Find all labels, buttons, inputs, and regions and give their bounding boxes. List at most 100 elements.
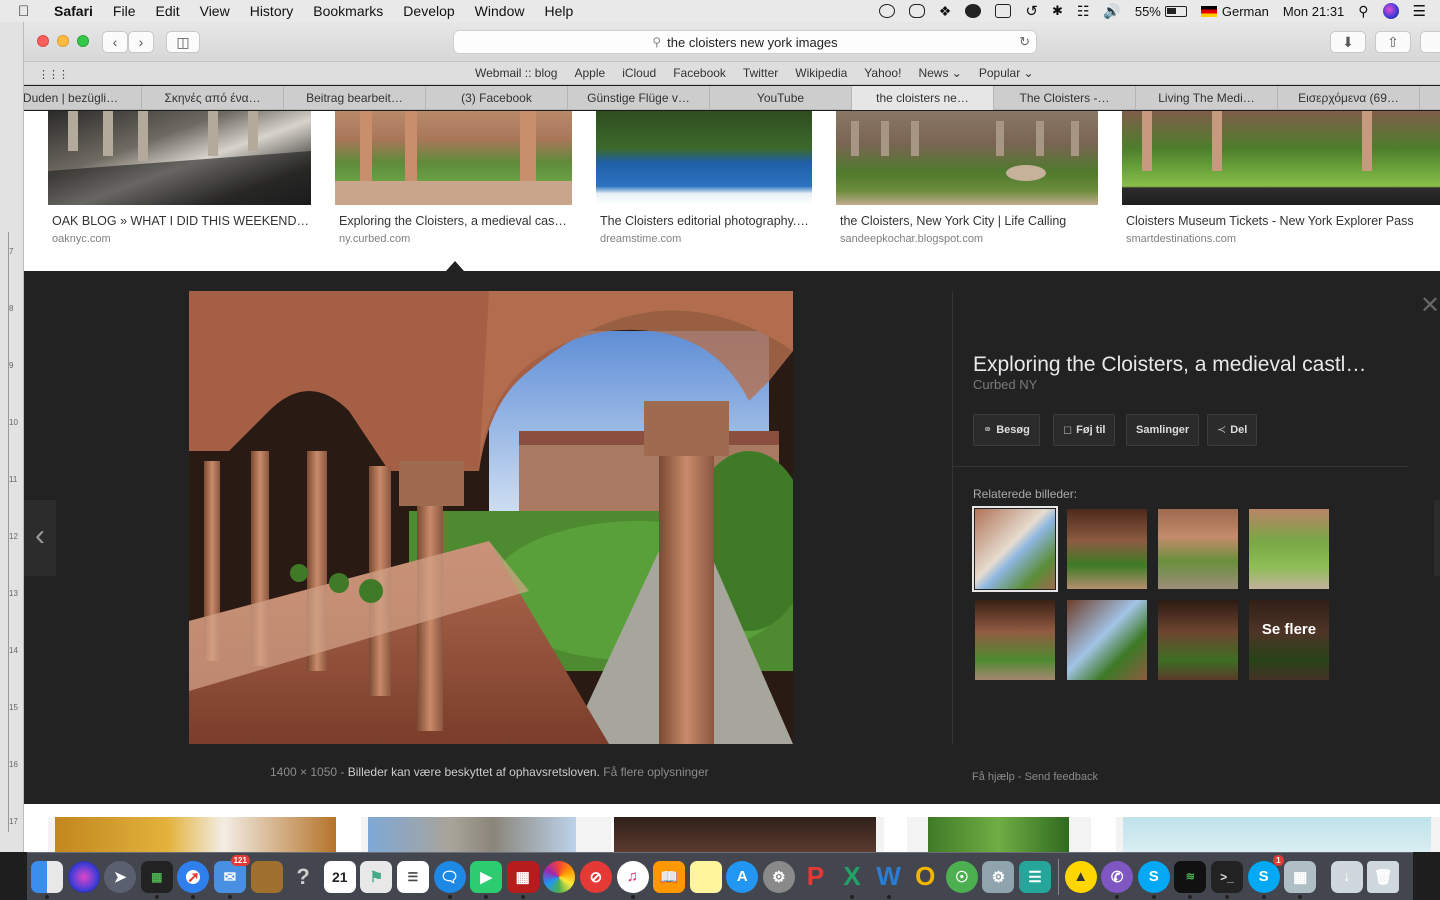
menu-view[interactable]: View bbox=[200, 3, 230, 19]
result-title[interactable]: Cloisters Museum Tickets - New York Expl… bbox=[1126, 214, 1426, 228]
volume-icon[interactable]: 🔊 bbox=[1103, 3, 1120, 20]
migration-icon[interactable]: ⚙ bbox=[982, 860, 1015, 893]
collections-button[interactable]: Samlinger bbox=[1126, 414, 1200, 446]
tabs-overview-icon[interactable] bbox=[1420, 31, 1440, 53]
close-icon[interactable]: ✕ bbox=[1420, 291, 1440, 320]
fav-icloud[interactable]: iCloud bbox=[622, 66, 656, 80]
result-image-dreamstime[interactable] bbox=[596, 111, 812, 205]
reload-icon[interactable]: ↻ bbox=[1019, 34, 1030, 50]
terminal-icon[interactable]: >_ bbox=[1211, 860, 1243, 899]
result-title[interactable]: the Cloisters, New York City | Life Call… bbox=[840, 214, 1100, 228]
result-title[interactable]: Exploring the Cloisters, a medieval cas… bbox=[339, 214, 574, 228]
mail-icon[interactable]: ✉ 121 bbox=[213, 854, 250, 899]
notification-center-icon[interactable]: ☰ bbox=[1413, 2, 1426, 20]
dropbox-icon[interactable]: ❖ bbox=[939, 3, 952, 20]
sidebar-toggle-icon[interactable]: ◫ bbox=[166, 31, 200, 53]
itunes-icon[interactable]: ♫ bbox=[616, 860, 649, 899]
tab-greek-scenes[interactable]: Σκηνές από ένα… bbox=[142, 86, 284, 110]
tab-fluege[interactable]: Günstige Flüge v… bbox=[568, 86, 710, 110]
siri-app-icon[interactable] bbox=[67, 860, 100, 893]
top-sites-grid-icon[interactable]: ⋮⋮⋮ bbox=[38, 68, 69, 81]
tab-inbox[interactable]: Εισερχόμενα (69… bbox=[1278, 86, 1420, 110]
related-image-3[interactable] bbox=[1158, 509, 1238, 589]
related-image-1[interactable] bbox=[972, 506, 1058, 592]
window-tray-icon[interactable] bbox=[908, 4, 925, 18]
bluetooth-icon[interactable]: ✱ bbox=[1052, 3, 1063, 19]
menu-window[interactable]: Window bbox=[475, 3, 525, 19]
address-bar[interactable]: ⚲ the cloisters new york images ↻ bbox=[453, 30, 1037, 54]
tab-cloisters-images[interactable]: the cloisters ne… bbox=[852, 86, 994, 110]
help-app-icon[interactable]: ? bbox=[287, 861, 319, 893]
share-icon[interactable]: ⇧ bbox=[1375, 31, 1411, 53]
related-image-2[interactable] bbox=[1067, 509, 1147, 589]
viber-icon[interactable]: ✆ bbox=[1101, 860, 1134, 899]
result-image-life-calling[interactable] bbox=[836, 111, 1098, 205]
system-preferences-icon[interactable]: ⚙ bbox=[762, 860, 795, 893]
launchpad-icon[interactable]: ➤ bbox=[104, 860, 137, 893]
result-image-smartdestinations[interactable] bbox=[1122, 111, 1440, 205]
mission-control-icon[interactable]: ▦ bbox=[140, 860, 173, 899]
preview-icon[interactable]: ▦ bbox=[1284, 860, 1317, 899]
feedback-link[interactable]: Send feedback bbox=[1025, 771, 1098, 783]
battery-status[interactable]: 55% bbox=[1135, 4, 1187, 19]
finder-icon[interactable] bbox=[31, 860, 63, 899]
warning-app-icon[interactable]: ▲ bbox=[1064, 860, 1097, 893]
fav-twitter[interactable]: Twitter bbox=[743, 66, 778, 80]
input-source[interactable]: German bbox=[1200, 4, 1269, 19]
news-icon[interactable]: ⊘ bbox=[579, 860, 612, 893]
photos-icon[interactable] bbox=[543, 860, 576, 893]
result-title[interactable]: OAK BLOG » WHAT I DID THIS WEEKEND… bbox=[52, 214, 312, 228]
safari-icon[interactable]: ➚ bbox=[177, 860, 210, 899]
notes-icon[interactable] bbox=[689, 860, 722, 893]
result-image[interactable] bbox=[1123, 817, 1431, 852]
photo-booth-icon[interactable]: ▦ bbox=[506, 860, 539, 899]
notebook-icon[interactable] bbox=[250, 860, 283, 893]
tab-living-medieval[interactable]: Living The Medi… bbox=[1136, 86, 1278, 110]
skype-tray-icon[interactable] bbox=[965, 4, 982, 18]
powerpoint-icon[interactable]: P bbox=[799, 861, 831, 893]
related-image-7[interactable] bbox=[1158, 600, 1238, 680]
minimize-window-button[interactable] bbox=[57, 35, 69, 47]
activity-monitor-icon[interactable]: ≋ bbox=[1174, 860, 1207, 899]
spotlight-icon[interactable]: ⚲ bbox=[1358, 3, 1368, 20]
tab-youtube[interactable]: YouTube bbox=[710, 86, 852, 110]
main-image-cloisters[interactable] bbox=[189, 291, 793, 744]
utility-app-icon[interactable]: ☰ bbox=[1019, 860, 1052, 893]
facetime-icon[interactable]: ▶ bbox=[470, 860, 503, 899]
trash-icon[interactable]: 🗑 bbox=[1367, 860, 1400, 893]
fav-facebook[interactable]: Facebook bbox=[673, 66, 726, 80]
related-image-4[interactable] bbox=[1249, 509, 1329, 589]
fav-apple[interactable]: Apple bbox=[574, 66, 605, 80]
app-store-icon[interactable]: A bbox=[726, 860, 759, 893]
close-window-button[interactable] bbox=[37, 35, 49, 47]
related-image-6[interactable] bbox=[1067, 600, 1147, 680]
fav-yahoo[interactable]: Yahoo! bbox=[864, 66, 901, 80]
fav-news-menu[interactable]: News ⌄ bbox=[918, 66, 961, 80]
time-machine-icon[interactable]: ↺ bbox=[1025, 2, 1038, 20]
zoom-window-button[interactable] bbox=[77, 35, 89, 47]
menu-bookmarks[interactable]: Bookmarks bbox=[313, 3, 383, 19]
checkmark-tray-icon[interactable] bbox=[878, 4, 895, 18]
back-button[interactable]: ‹ bbox=[102, 31, 128, 53]
result-image-oak-blog[interactable] bbox=[48, 111, 311, 205]
result-image[interactable] bbox=[55, 817, 336, 852]
excel-icon[interactable]: X bbox=[836, 861, 868, 899]
previous-image-button[interactable]: ‹ bbox=[24, 500, 56, 576]
menu-app-name[interactable]: Safari bbox=[54, 3, 93, 19]
fav-popular-menu[interactable]: Popular ⌄ bbox=[979, 66, 1034, 80]
siri-icon[interactable] bbox=[1382, 3, 1399, 19]
skype-icon[interactable]: S bbox=[1137, 860, 1170, 899]
calendar-icon[interactable]: 21 bbox=[323, 860, 356, 893]
visit-button[interactable]: ⚭ Besøg bbox=[973, 414, 1040, 446]
forward-button[interactable]: › bbox=[128, 31, 154, 53]
next-image-button[interactable] bbox=[1434, 500, 1440, 576]
image-title[interactable]: Exploring the Cloisters, a medieval cast… bbox=[973, 353, 1393, 377]
downloads-icon[interactable]: ⬇ bbox=[1330, 31, 1366, 53]
menu-file[interactable]: File bbox=[113, 3, 136, 19]
reminders-icon[interactable]: ☰ bbox=[396, 860, 429, 893]
fav-wikipedia[interactable]: Wikipedia bbox=[795, 66, 847, 80]
word-icon[interactable]: W bbox=[873, 861, 905, 899]
downloads-stack-icon[interactable]: ↓ bbox=[1330, 860, 1363, 893]
menu-history[interactable]: History bbox=[250, 3, 294, 19]
help-link[interactable]: Få hjælp bbox=[972, 771, 1015, 783]
